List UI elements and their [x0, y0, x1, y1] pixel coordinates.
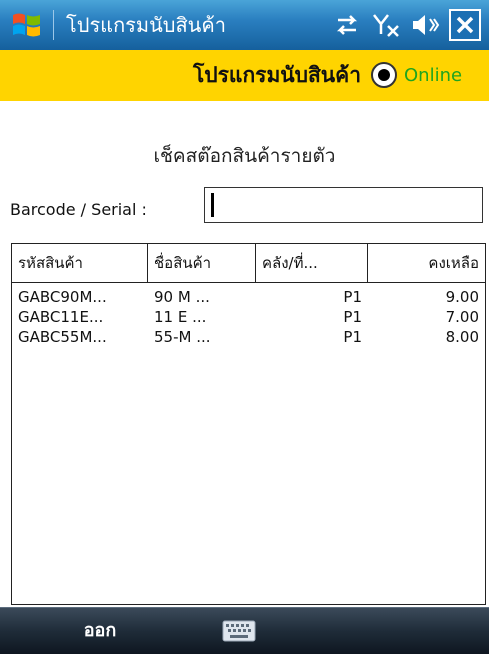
column-header-remaining[interactable]: คงเหลือ [368, 244, 485, 282]
stock-table[interactable]: รหัสสินค้า ชื่อสินค้า คลัง/ที่... คงเหลื… [11, 243, 486, 605]
cell-product-name: 11 E ... [154, 308, 207, 326]
cell-warehouse: P1 [343, 328, 362, 346]
app-title: โปรแกรมนับสินค้า [193, 63, 361, 87]
cell-product-code: GABC11E... [18, 308, 104, 326]
window-title: โปรแกรมนับสินค้า [66, 13, 226, 37]
exit-softkey[interactable]: ออก [0, 608, 200, 654]
cell-remaining: 7.00 [445, 308, 479, 326]
title-bar: โปรแกรมนับสินค้า [0, 0, 489, 50]
page-subtitle: เช็คสต๊อกสินค้ารายตัว [153, 145, 336, 167]
app-header: โปรแกรมนับสินค้า Online [0, 50, 489, 101]
cell-remaining: 8.00 [445, 328, 479, 346]
cell-product-name: 55-M ... [154, 328, 211, 346]
sync-icon[interactable] [332, 14, 362, 36]
barcode-label: Barcode / Serial : [10, 200, 147, 219]
column-header-product-code[interactable]: รหัสสินค้า [12, 244, 148, 282]
table-header: รหัสสินค้า ชื่อสินค้า คลัง/ที่... คงเหลื… [12, 244, 485, 283]
close-icon [456, 16, 474, 34]
softkey-bar: ออก [0, 607, 489, 654]
windows-start-icon[interactable] [10, 9, 44, 41]
column-header-warehouse[interactable]: คลัง/ที่... [256, 244, 368, 282]
table-row[interactable]: GABC11E... 11 E ... P1 7.00 [12, 307, 485, 327]
text-caret [211, 193, 214, 217]
cell-remaining: 9.00 [445, 288, 479, 306]
table-row[interactable]: GABC90M... 90 M ... P1 9.00 [12, 287, 485, 307]
cell-product-code: GABC55M... [18, 328, 107, 346]
online-label[interactable]: Online [404, 62, 462, 90]
keyboard-icon[interactable] [222, 620, 256, 642]
cell-warehouse: P1 [343, 308, 362, 326]
title-separator [53, 10, 54, 40]
column-header-product-name[interactable]: ชื่อสินค้า [148, 244, 256, 282]
close-button[interactable] [449, 9, 481, 41]
cell-product-name: 90 M ... [154, 288, 210, 306]
cell-warehouse: P1 [343, 288, 362, 306]
volume-icon[interactable] [410, 12, 440, 38]
table-row[interactable]: GABC55M... 55-M ... P1 8.00 [12, 327, 485, 347]
cell-product-code: GABC90M... [18, 288, 107, 306]
barcode-input[interactable] [204, 187, 483, 223]
no-signal-icon[interactable] [372, 12, 402, 38]
online-radio[interactable] [371, 62, 397, 88]
